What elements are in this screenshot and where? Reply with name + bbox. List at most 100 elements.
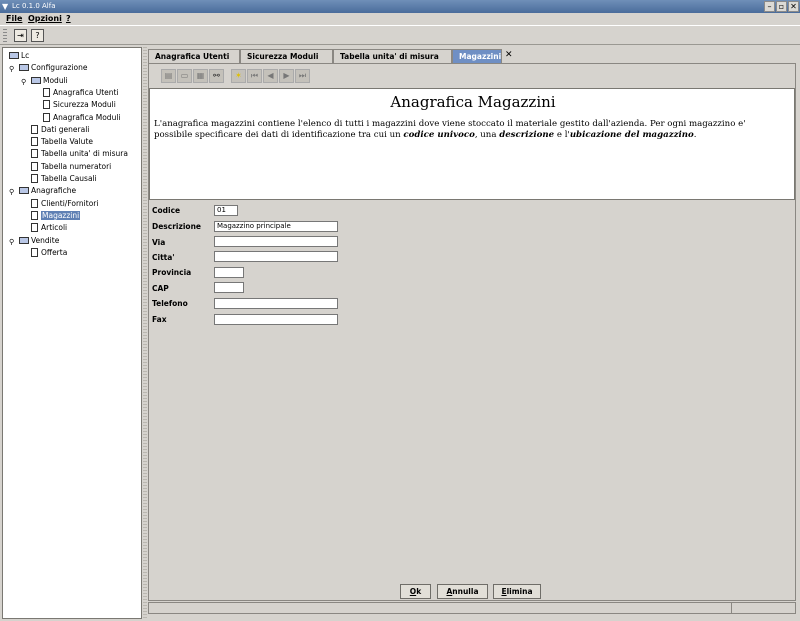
navigation-tree: Lc ⚲ Configurazione ⚲ Moduli Anagrafica Utent… — [2, 47, 142, 619]
provincia-label: Provincia — [152, 268, 192, 277]
tree-item-lc[interactable]: Lc — [9, 50, 29, 62]
status-cell — [731, 603, 795, 613]
elimina-button[interactable]: Elimina — [493, 584, 541, 599]
tree-item-label: Anagrafica Moduli — [53, 112, 121, 122]
tree-item-magazzini[interactable]: Magazzini — [31, 210, 81, 222]
folder-icon — [19, 236, 29, 244]
window-menu-icon[interactable]: ▼ — [2, 0, 8, 13]
tree-item-label: Tabella unita' di misura — [41, 149, 128, 159]
tree-expander-icon[interactable]: ⚲ — [9, 236, 17, 248]
tree-item-sicurezza-moduli[interactable]: Sicurezza Moduli — [43, 99, 116, 111]
tree-item-label: Dati generali — [41, 124, 90, 134]
via-label: Via — [152, 238, 166, 247]
fax-label: Fax — [152, 315, 167, 324]
minimize-icon[interactable]: – — [764, 1, 775, 12]
help-icon[interactable]: ? — [31, 29, 44, 42]
telefono-label: Telefono — [152, 299, 188, 308]
tab-magazzini[interactable]: Magazzini — [452, 49, 502, 63]
description-title: Anagrafica Magazzini — [390, 93, 556, 111]
document-icon — [31, 247, 38, 257]
menu-help[interactable]: ? — [66, 14, 71, 23]
toolbar-grip[interactable] — [3, 29, 7, 43]
tree-item-offerta[interactable]: Offerta — [31, 247, 67, 259]
codice-field[interactable]: 01 — [214, 205, 238, 216]
tree-item-label: Lc — [21, 51, 30, 60]
fax-field[interactable] — [214, 314, 338, 325]
tree-item-anagrafica-utenti[interactable]: Anagrafica Utenti — [43, 87, 119, 99]
annulla-button[interactable]: Annulla — [437, 584, 488, 599]
tab-close-icon[interactable]: ✕ — [505, 50, 513, 60]
menu-file[interactable]: File — [6, 14, 22, 23]
description-panel: Anagrafica Magazzini L'anagrafica magazz… — [149, 88, 795, 200]
descrizione-label: Descrizione — [152, 222, 202, 231]
tree-expander-icon[interactable]: ⚲ — [21, 76, 29, 88]
tree-item-configurazione[interactable]: ⚲ Configurazione — [9, 62, 88, 74]
tree-item-anagrafica-moduli[interactable]: Anagrafica Moduli — [43, 112, 121, 124]
document-icon — [31, 174, 38, 183]
title-bar: ▼ Lc 0.1.0 Alfa – ▫ ✕ — [0, 0, 800, 13]
print-icon[interactable]: ▭ — [177, 69, 192, 83]
tree-item-clienti-fornitori[interactable]: Clienti/Fornitori — [31, 198, 98, 210]
tree-item-label: Moduli — [43, 75, 68, 85]
record-action-bar: ▤ ▭ ▦ ⚯ ✶ ⏮ ◀ ▶ ⏭ — [149, 64, 795, 88]
new-record-icon[interactable]: ▤ — [161, 69, 176, 83]
folder-icon — [31, 76, 41, 84]
document-icon — [43, 100, 50, 110]
tree-item-label: Configurazione — [31, 63, 88, 73]
document-icon — [43, 87, 50, 97]
citta-label: Citta' — [152, 253, 175, 262]
previous-record-icon[interactable]: ◀ — [263, 69, 278, 83]
split-pane-divider[interactable] — [143, 47, 147, 619]
tree-item-anagrafiche[interactable]: ⚲ Anagrafiche — [9, 185, 77, 197]
tree-item-label: Magazzini — [41, 210, 81, 220]
tree-expander-icon[interactable]: ⚲ — [9, 186, 17, 198]
tree-expander-icon[interactable]: ⚲ — [9, 63, 17, 75]
ok-button[interactable]: Ok — [400, 584, 431, 599]
document-icon — [31, 124, 38, 134]
tree-item-vendite[interactable]: ⚲ Vendite — [9, 235, 59, 247]
cap-label: CAP — [152, 284, 169, 293]
tree-item-tabella-valute[interactable]: Tabella Valute — [31, 136, 93, 148]
folder-icon — [9, 52, 19, 59]
window-title: Lc 0.1.0 Alfa — [12, 2, 56, 10]
document-icon — [31, 223, 38, 233]
provincia-field[interactable] — [214, 267, 244, 278]
tab-anagrafica-utenti[interactable]: Anagrafica Utenti — [148, 49, 240, 63]
tree-item-label: Clienti/Fornitori — [41, 198, 99, 208]
tree-item-moduli[interactable]: ⚲ Moduli — [21, 75, 68, 87]
close-icon[interactable]: ✕ — [788, 1, 799, 12]
telefono-field[interactable] — [214, 298, 338, 309]
tree-item-dati-generali[interactable]: Dati generali — [31, 124, 89, 136]
cap-field[interactable] — [214, 282, 244, 293]
descrizione-field[interactable]: Magazzino principale — [214, 221, 338, 232]
maximize-icon[interactable]: ▫ — [776, 1, 787, 12]
first-record-icon[interactable]: ⏮ — [247, 69, 262, 83]
exit-icon[interactable]: ⇥ — [14, 29, 27, 42]
tree-item-label: Tabella numeratori — [41, 161, 112, 171]
main-toolbar: ⇥ ? — [0, 25, 800, 45]
document-icon — [31, 198, 38, 208]
star-icon[interactable]: ✶ — [231, 69, 246, 83]
tree-item-tabella-causali[interactable]: Tabella Causali — [31, 173, 97, 185]
last-record-icon[interactable]: ⏭ — [295, 69, 310, 83]
tab-bar: Anagrafica Utenti Sicurezza Moduli Tabel… — [148, 49, 796, 63]
codice-label: Codice — [152, 206, 181, 215]
status-bar — [148, 602, 796, 614]
document-icon — [31, 210, 38, 220]
tab-sicurezza-moduli[interactable]: Sicurezza Moduli — [240, 49, 333, 63]
tree-item-label: Articoli — [41, 223, 68, 233]
tree-item-tabella-unita-di-misura[interactable]: Tabella unita' di misura — [31, 148, 128, 160]
next-record-icon[interactable]: ▶ — [279, 69, 294, 83]
tree-item-label: Tabella Valute — [41, 137, 93, 147]
print-preview-icon[interactable]: ▦ — [193, 69, 208, 83]
document-icon — [43, 112, 50, 122]
citta-field[interactable] — [214, 251, 338, 262]
find-icon[interactable]: ⚯ — [209, 69, 224, 83]
via-field[interactable] — [214, 236, 338, 247]
tree-item-tabella-numeratori[interactable]: Tabella numeratori — [31, 161, 111, 173]
menu-bar: File Opzioni ? — [0, 13, 800, 25]
tree-item-articoli[interactable]: Articoli — [31, 222, 67, 234]
tree-item-label: Anagrafiche — [31, 186, 77, 196]
tab-tabella-unita-di-misura[interactable]: Tabella unita' di misura — [333, 49, 452, 63]
menu-opzioni[interactable]: Opzioni — [28, 14, 62, 23]
